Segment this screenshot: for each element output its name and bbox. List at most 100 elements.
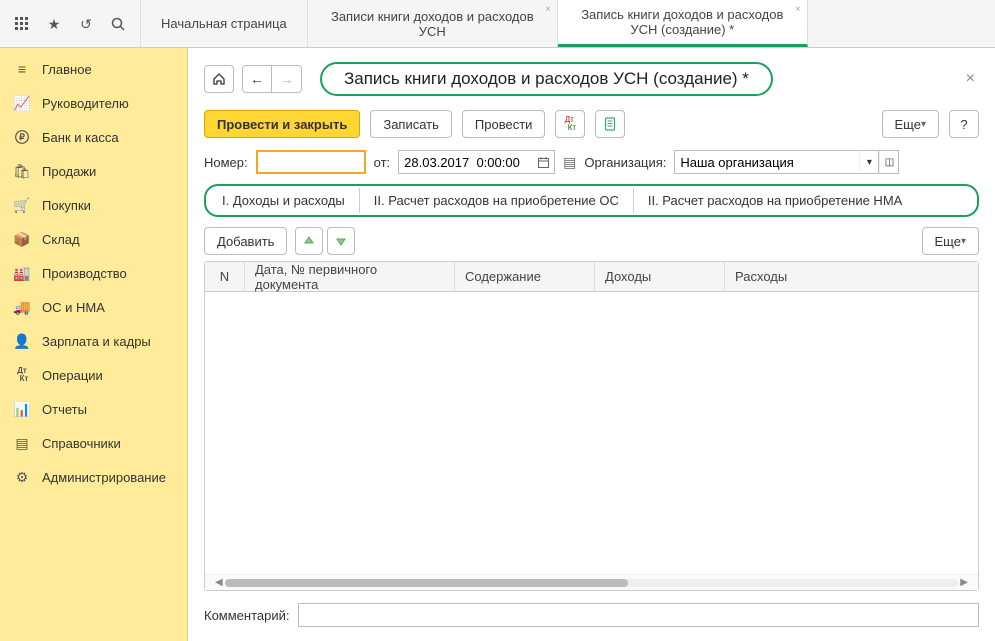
- person-icon: 👤: [14, 333, 30, 349]
- table-more-button[interactable]: Еще: [922, 227, 979, 255]
- sidebar-item-label: Руководителю: [42, 96, 129, 111]
- history-icon[interactable]: ↺: [78, 16, 94, 32]
- number-input[interactable]: [256, 150, 366, 174]
- svg-text:₽: ₽: [19, 132, 25, 142]
- sidebar-item-label: Справочники: [42, 436, 121, 451]
- comment-row: Комментарий:: [204, 603, 979, 627]
- sidebar-item-reports[interactable]: 📊 Отчеты: [0, 392, 187, 426]
- tab-label: Записи книги доходов и расходов УСН: [328, 9, 537, 39]
- sidebar-item-label: Производство: [42, 266, 127, 281]
- subtab-os[interactable]: II. Расчет расходов на приобретение ОС: [360, 188, 634, 213]
- col-expense[interactable]: Расходы: [725, 262, 978, 291]
- search-icon[interactable]: [110, 16, 126, 32]
- col-n[interactable]: N: [205, 262, 245, 291]
- ruble-icon: ₽: [14, 129, 30, 145]
- date-input[interactable]: [398, 150, 533, 174]
- tab-label: Начальная страница: [161, 16, 287, 31]
- topbar: ★ ↺ Начальная страница Записи книги дохо…: [0, 0, 995, 48]
- close-icon[interactable]: ×: [795, 4, 801, 15]
- content: ← → Запись книги доходов и расходов УСН …: [188, 48, 995, 641]
- star-icon[interactable]: ★: [46, 16, 62, 32]
- sidebar: ≡ Главное 📈 Руководителю ₽ Банк и касса …: [0, 48, 188, 641]
- sidebar-item-hr[interactable]: 👤 Зарплата и кадры: [0, 324, 187, 358]
- subtab-nma[interactable]: II. Расчет расходов на приобретение НМА: [634, 188, 916, 213]
- truck-icon: 🚚: [14, 299, 30, 315]
- forward-button[interactable]: →: [272, 65, 302, 93]
- subtab-income-expense[interactable]: I. Доходы и расходы: [208, 188, 360, 213]
- sidebar-item-main[interactable]: ≡ Главное: [0, 52, 187, 86]
- sidebar-item-manager[interactable]: 📈 Руководителю: [0, 86, 187, 120]
- close-page-button[interactable]: ×: [962, 70, 979, 88]
- col-date-doc[interactable]: Дата, № первичного документа: [245, 262, 455, 291]
- calendar-button[interactable]: [533, 150, 555, 174]
- apps-icon[interactable]: [14, 16, 30, 32]
- topbar-icons: ★ ↺: [0, 0, 141, 47]
- save-button[interactable]: Записать: [370, 110, 452, 138]
- sidebar-item-warehouse[interactable]: 📦 Склад: [0, 222, 187, 256]
- box-icon: 📦: [14, 231, 30, 247]
- sidebar-item-label: Покупки: [42, 198, 91, 213]
- nav-group: ← →: [242, 65, 302, 93]
- tabs: Начальная страница Записи книги доходов …: [141, 0, 995, 47]
- col-income[interactable]: Доходы: [595, 262, 725, 291]
- org-group: ▾ ◫: [674, 150, 899, 174]
- move-buttons: [295, 227, 355, 255]
- post-and-close-button[interactable]: Провести и закрыть: [204, 110, 360, 138]
- title-row: ← → Запись книги доходов и расходов УСН …: [204, 62, 979, 96]
- sidebar-item-assets[interactable]: 🚚 ОС и НМА: [0, 290, 187, 324]
- move-up-button[interactable]: [295, 227, 323, 255]
- cart-icon: 🛒: [14, 197, 30, 213]
- sidebar-item-label: Главное: [42, 62, 92, 77]
- comment-input[interactable]: [298, 603, 980, 627]
- tab-document[interactable]: Запись книги доходов и расходов УСН (соз…: [558, 0, 808, 47]
- horizontal-scrollbar[interactable]: ◀ ▶: [205, 574, 978, 590]
- tab-home[interactable]: Начальная страница: [141, 0, 308, 47]
- dtkt-button[interactable]: ДтКт: [555, 110, 585, 138]
- sidebar-item-operations[interactable]: ДтКт Операции: [0, 358, 187, 392]
- close-icon[interactable]: ×: [545, 4, 551, 15]
- more-button[interactable]: Еще: [882, 110, 939, 138]
- sidebar-item-admin[interactable]: ⚙ Администрирование: [0, 460, 187, 494]
- sidebar-item-label: Зарплата и кадры: [42, 334, 151, 349]
- page-title: Запись книги доходов и расходов УСН (соз…: [320, 62, 773, 96]
- org-label: Организация:: [584, 155, 666, 170]
- form-row: Номер: от: ▤ Организация: ▾ ◫: [204, 150, 979, 174]
- list-icon[interactable]: ▤: [563, 155, 576, 169]
- dtkt-icon: ДтКт: [14, 367, 30, 383]
- subtabs: I. Доходы и расходы II. Расчет расходов …: [204, 184, 979, 217]
- open-button[interactable]: ◫: [879, 150, 899, 174]
- post-button[interactable]: Провести: [462, 110, 546, 138]
- move-down-button[interactable]: [327, 227, 355, 255]
- sidebar-item-label: ОС и НМА: [42, 300, 105, 315]
- table-body[interactable]: [205, 292, 978, 574]
- tab-list[interactable]: Записи книги доходов и расходов УСН ×: [308, 0, 558, 47]
- sidebar-item-label: Банк и касса: [42, 130, 119, 145]
- sidebar-item-label: Склад: [42, 232, 80, 247]
- scroll-right-icon[interactable]: ▶: [958, 577, 968, 588]
- scroll-left-icon[interactable]: ◀: [215, 577, 225, 588]
- col-content[interactable]: Содержание: [455, 262, 595, 291]
- scroll-thumb[interactable]: [225, 579, 628, 587]
- help-button[interactable]: ?: [949, 110, 979, 138]
- sidebar-item-catalogs[interactable]: ▤ Справочники: [0, 426, 187, 460]
- back-button[interactable]: ←: [242, 65, 272, 93]
- action-bar: Провести и закрыть Записать Провести ДтК…: [204, 110, 979, 138]
- home-button[interactable]: [204, 65, 234, 93]
- sidebar-item-purchases[interactable]: 🛒 Покупки: [0, 188, 187, 222]
- sidebar-item-label: Операции: [42, 368, 103, 383]
- table: N Дата, № первичного документа Содержани…: [204, 261, 979, 591]
- date-group: [398, 150, 555, 174]
- attachments-button[interactable]: [595, 110, 625, 138]
- sidebar-item-sales[interactable]: 🛍 Продажи: [0, 154, 187, 188]
- table-toolbar: Добавить Еще: [204, 227, 979, 255]
- number-label: Номер:: [204, 155, 248, 170]
- date-label: от:: [374, 155, 391, 170]
- comment-label: Комментарий:: [204, 608, 290, 623]
- scroll-track[interactable]: [225, 579, 958, 587]
- sidebar-item-production[interactable]: 🏭 Производство: [0, 256, 187, 290]
- bars-icon: 📊: [14, 401, 30, 417]
- org-input[interactable]: [674, 150, 859, 174]
- sidebar-item-bank[interactable]: ₽ Банк и касса: [0, 120, 187, 154]
- dropdown-button[interactable]: ▾: [859, 150, 879, 174]
- add-button[interactable]: Добавить: [204, 227, 287, 255]
